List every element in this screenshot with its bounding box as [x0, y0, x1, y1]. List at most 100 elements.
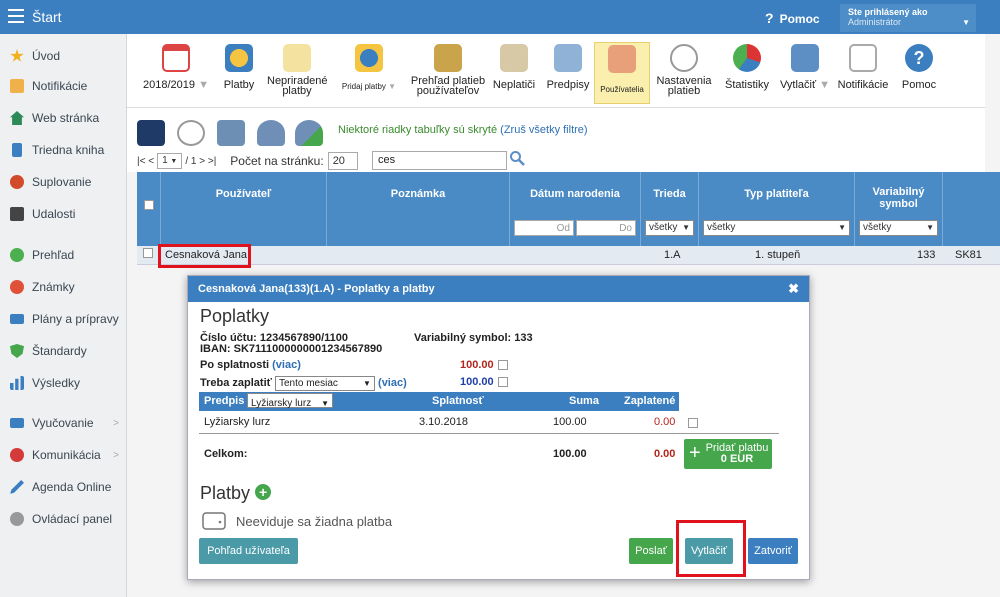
user-view-button[interactable]: Pohľad užívateľa — [199, 538, 298, 564]
chevron-down-icon: ▼ — [962, 18, 970, 27]
chevron-down-icon: ▼ — [926, 223, 934, 232]
sidebar-item-label: Vyučovanie — [32, 416, 94, 430]
per-page-input[interactable]: 20 — [327, 152, 358, 170]
row-checkbox[interactable] — [143, 248, 153, 258]
date-to-input[interactable]: Do — [576, 220, 636, 236]
search-icon[interactable] — [509, 150, 525, 166]
prescription-select[interactable]: Lyžiarsky lurz ▼ — [247, 393, 333, 409]
toolbar-pridaj-platby[interactable]: Pridaj platby ▼ — [335, 44, 403, 92]
topay-more-link[interactable]: (viac) — [378, 377, 407, 389]
toolbar-label: Štatistiky — [724, 79, 769, 91]
overdue-checkbox[interactable] — [498, 360, 508, 370]
add-payment-button[interactable]: + Pridať platbu 0 EUR — [684, 439, 772, 469]
toolbar-nepriradene-platby[interactable]: Nepriradené platby — [267, 44, 328, 97]
select-all-checkbox[interactable] — [143, 200, 154, 210]
sidebar-item-standardy[interactable]: Štandardy — [0, 337, 127, 365]
header-varsym[interactable]: Variabilný symbol všetky ▼ — [855, 172, 943, 246]
send-button[interactable]: Poslať — [629, 538, 673, 564]
clear-filters-link[interactable]: (Zruš všetky filtre) — [500, 124, 587, 136]
toolbar-platby[interactable]: Platby — [219, 44, 259, 91]
toolbar-pouzivatelia[interactable]: Používatelia — [594, 42, 650, 104]
sidebar-item-znamky[interactable]: Známky — [0, 273, 127, 301]
header-label: Poznámka — [390, 188, 446, 200]
topay-select-value: Tento mesiac — [278, 378, 338, 389]
sidebar-item-vysledky[interactable]: Výsledky — [0, 369, 127, 397]
sidebar-item-triedna-kniha[interactable]: Triedna kniha — [0, 136, 127, 164]
sidebar-item-web-stranka[interactable]: Web stránka — [0, 104, 127, 132]
table-row[interactable]: Cesnaková Jana 1.A 1. stupeň 133 SK81 — [137, 246, 1000, 265]
top-bar: Štart ? Pomoc Ste prihlásený ako Administ… — [0, 0, 1000, 34]
pager-page-select[interactable]: 1 ▼ — [157, 153, 183, 169]
per-page-label: Počet na stránku: — [230, 154, 324, 168]
sidebar-item-plany[interactable]: Plány a prípravy — [0, 305, 127, 333]
header-label: Používateľ — [215, 188, 272, 200]
col-paid: Zaplatené — [624, 395, 676, 407]
pager-first-prev[interactable]: |< < — [137, 156, 154, 167]
hamburger-menu-icon[interactable] — [8, 9, 24, 23]
topay-checkbox[interactable] — [498, 377, 508, 387]
save-icon[interactable] — [137, 120, 165, 146]
chevron-right-icon: > — [113, 449, 119, 461]
sidebar-item-komunikacia[interactable]: Komunikácia > — [0, 441, 127, 469]
header-user[interactable]: Používateľ — [161, 172, 327, 246]
gear-icon[interactable] — [177, 120, 205, 146]
sidebar-item-prehlad[interactable]: Prehľad — [0, 241, 127, 269]
header-class[interactable]: Trieda všetky ▼ — [641, 172, 699, 246]
payments-heading: Platby — [200, 483, 251, 503]
row-checkbox-cell[interactable] — [143, 246, 153, 265]
row-varsym: 133 — [917, 249, 936, 261]
varsym-filter-select[interactable]: všetky ▼ — [859, 220, 938, 236]
substitute-icon — [10, 175, 24, 189]
user-icon[interactable] — [257, 120, 285, 146]
add-circle-icon[interactable]: + — [255, 484, 272, 500]
payments-heading-row: Platby + — [200, 483, 272, 504]
toolbar-notifikacie[interactable]: Notifikácie — [835, 44, 891, 91]
search-input[interactable]: ces — [372, 151, 507, 170]
toolbar-year-select[interactable]: 2018/2019 ▼ — [141, 44, 211, 91]
header-birth[interactable]: Dátum narodenia Od Do — [510, 172, 641, 246]
sidebar-item-agenda[interactable]: Agenda Online — [0, 473, 127, 501]
toolbar-neplatici[interactable]: Neplatiči — [491, 44, 537, 91]
debtors-icon — [500, 44, 528, 72]
user-menu[interactable]: Ste prihlásený ako Administrátor ▼ — [840, 4, 976, 32]
add-user-icon[interactable] — [295, 120, 323, 146]
pager-next-last[interactable]: / 1 > >| — [185, 156, 216, 167]
overdue-more-link[interactable]: (viac) — [272, 359, 301, 371]
sidebar-item-uvod[interactable]: Úvod — [0, 42, 127, 70]
sidebar-item-udalosti[interactable]: Udalosti — [0, 200, 127, 228]
calendar-icon — [10, 207, 24, 221]
close-icon[interactable]: ✖ — [788, 276, 799, 302]
payer-type-filter-select[interactable]: všetky ▼ — [703, 220, 850, 236]
prescriptions-icon — [554, 44, 582, 72]
sidebar-item-suplovanie[interactable]: Suplovanie — [0, 168, 127, 196]
header-extra — [943, 172, 1000, 246]
toolbar-pomoc[interactable]: ? Pomoc — [897, 44, 941, 91]
date-from-input[interactable]: Od — [514, 220, 574, 236]
toolbar-predpisy[interactable]: Predpisy — [543, 44, 593, 91]
calendar-icon — [162, 44, 190, 72]
gear-icon — [10, 512, 24, 526]
sidebar-item-vyucovanie[interactable]: Vyučovanie > — [0, 409, 127, 437]
toolbar-label: Pridaj platby — [341, 82, 386, 91]
sidebar-item-notifikacie[interactable]: Notifikácie — [0, 72, 127, 100]
header-select-all[interactable] — [137, 172, 161, 246]
topay-period-select[interactable]: Tento mesiac ▼ — [274, 376, 375, 391]
plus-icon: + — [689, 442, 701, 464]
close-button[interactable]: Zatvoriť — [748, 538, 798, 564]
fee-row-checkbox[interactable] — [688, 418, 698, 428]
teaching-icon — [10, 418, 24, 428]
columns-icon[interactable] — [217, 120, 245, 146]
sidebar-item-label: Ovládací panel — [32, 512, 113, 526]
toolbar-label: Pomoc — [901, 79, 937, 91]
page-title: Štart — [32, 9, 62, 25]
toolbar-prehlad-platieb[interactable]: Prehľad platieb používateľov — [407, 44, 489, 97]
header-payer-type[interactable]: Typ platiteľa všetky ▼ — [699, 172, 855, 246]
header-note[interactable]: Poznámka — [327, 172, 510, 246]
sidebar-item-ovladaci-panel[interactable]: Ovládací panel — [0, 505, 127, 533]
help-link[interactable]: ? Pomoc — [765, 10, 820, 26]
chevron-down-icon: ▼ — [198, 79, 209, 91]
class-filter-select[interactable]: všetky ▼ — [645, 220, 694, 236]
toolbar-vytlacit[interactable]: Vytlačiť ▼ — [777, 44, 833, 91]
toolbar-nastavenia-platieb[interactable]: Nastavenia platieb — [653, 44, 715, 97]
toolbar-statistiky[interactable]: Štatistiky — [721, 44, 773, 91]
